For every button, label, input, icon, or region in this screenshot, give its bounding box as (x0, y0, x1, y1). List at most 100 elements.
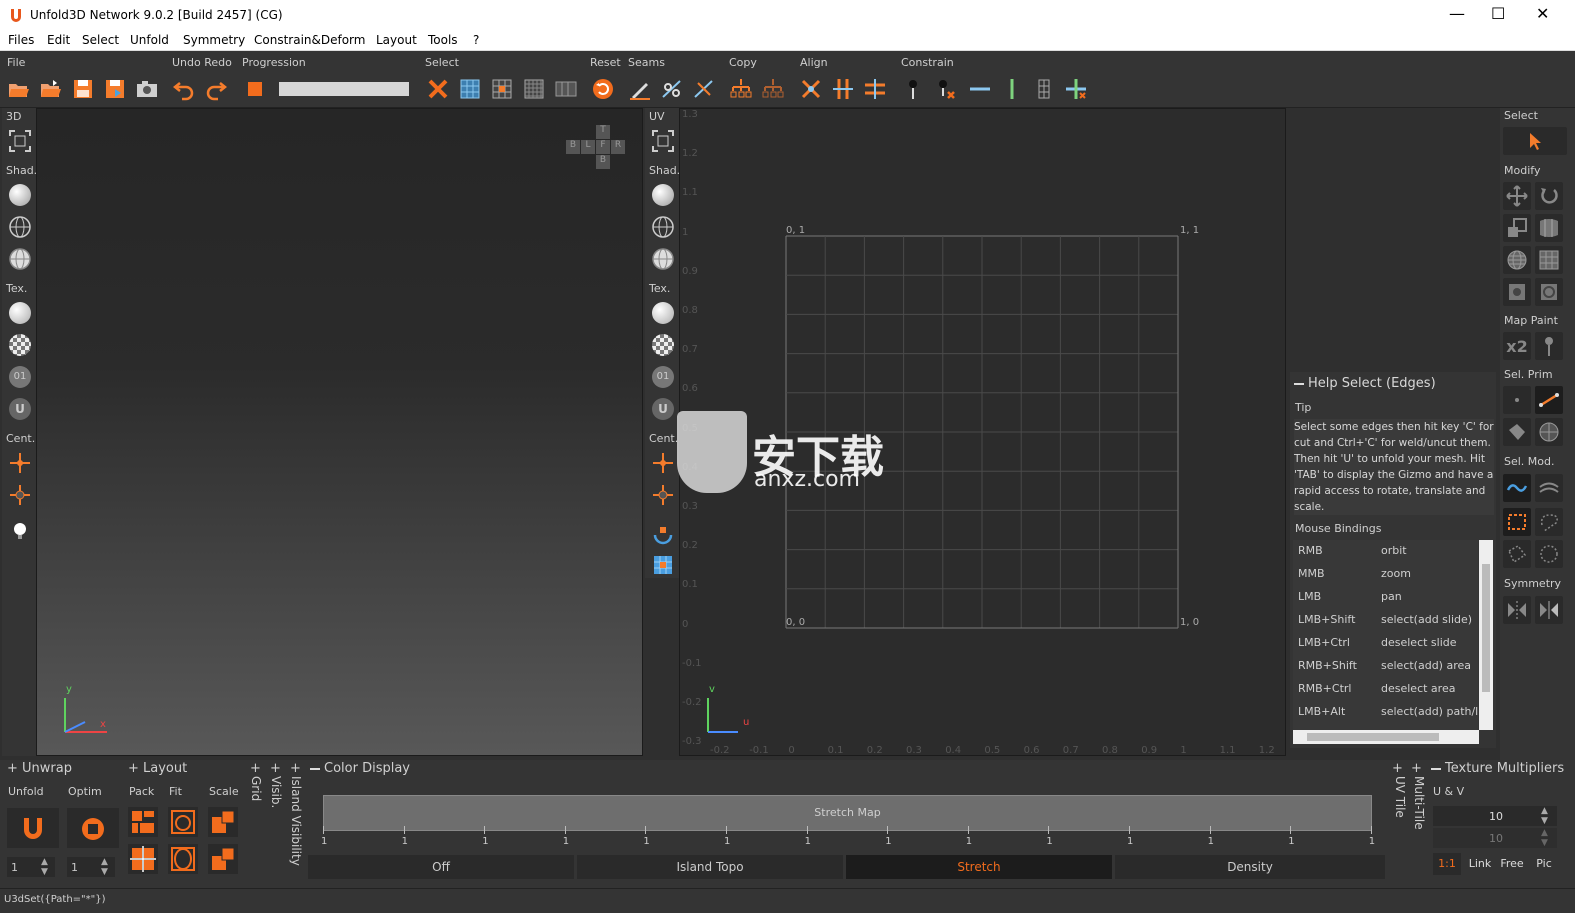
constrain-vertical-icon[interactable] (998, 75, 1026, 103)
view-cube-top[interactable]: T (596, 125, 610, 139)
relax-icon[interactable] (1503, 278, 1531, 306)
select-ring-icon[interactable] (1535, 474, 1563, 502)
link-button[interactable]: Link (1465, 853, 1495, 875)
shade-smooth-icon[interactable] (7, 182, 33, 208)
collapse-icon[interactable] (1431, 767, 1441, 770)
viewport-uv[interactable]: 0, 1 1, 1 0, 0 1, 0 1.3 1.2 1.1 1 0.9 0.8 0.7 0… (677, 108, 1286, 756)
layout-header[interactable]: + Layout (128, 761, 187, 776)
uv-texture-logo-icon[interactable]: U (650, 396, 676, 422)
optimize-button[interactable] (67, 808, 119, 848)
help-title[interactable]: Help Select (Edges) (1294, 376, 1436, 391)
h-scrollbar-thumb[interactable] (1307, 733, 1439, 741)
stepper-arrows-icon[interactable]: ▲ ▼ (41, 857, 48, 877)
unfold-iterations-stepper[interactable]: 1 ▲ ▼ (7, 857, 55, 877)
select-island-icon[interactable] (1535, 418, 1563, 446)
collapse-icon[interactable] (1294, 382, 1304, 385)
texture-checker-icon[interactable] (7, 332, 33, 358)
pin-icon[interactable] (899, 75, 927, 103)
mode-stretch-button[interactable]: Stretch (846, 855, 1112, 879)
menu-tools[interactable]: Tools (428, 33, 458, 47)
rotate-icon[interactable] (1535, 182, 1563, 210)
seam-auto-icon[interactable] (690, 75, 718, 103)
align-horizontal-icon[interactable] (861, 75, 889, 103)
stop-icon[interactable] (241, 75, 269, 103)
open-recent-icon[interactable] (37, 75, 65, 103)
menu-layout[interactable]: Layout (376, 33, 417, 47)
copy-layout-icon[interactable] (727, 75, 755, 103)
select-invert-icon[interactable] (488, 75, 516, 103)
reset-icon[interactable] (589, 75, 617, 103)
color-display-header[interactable]: Color Display (310, 761, 410, 776)
deselect-x-icon[interactable] (424, 75, 452, 103)
ratio-one-to-one-button[interactable]: 1:1 (1433, 853, 1461, 875)
select-grow-icon[interactable] (520, 75, 548, 103)
grid-header[interactable]: + (250, 761, 261, 776)
view-cube-right[interactable]: R (611, 140, 625, 154)
view-cube-bottom[interactable]: B (596, 155, 610, 169)
menu-constrain-deform[interactable]: Constrain&Deform (254, 33, 365, 47)
seam-cut-pencil-icon[interactable] (626, 75, 654, 103)
move-icon[interactable] (1503, 182, 1531, 210)
viewport-3d[interactable]: T B L F R B y x (36, 108, 643, 756)
u-stepper-arrows-icon[interactable]: ▲ ▼ (1541, 806, 1548, 826)
symmetry-mirror-icon[interactable] (1503, 596, 1531, 624)
select-mode-icon[interactable] (552, 75, 580, 103)
constrain-grid-icon[interactable] (1030, 75, 1058, 103)
scrollbar-thumb[interactable] (1482, 564, 1490, 692)
uv-lock-rotate-icon[interactable] (650, 520, 676, 546)
pack-icon[interactable] (128, 807, 158, 837)
menu-select[interactable]: Select (82, 33, 119, 47)
uv-tile-header[interactable]: + (1392, 761, 1403, 776)
constrain-horizontal-icon[interactable] (966, 75, 994, 103)
uv-frame-all-icon[interactable] (650, 128, 676, 154)
unpin-icon[interactable] (931, 75, 959, 103)
texture-numbers-icon[interactable]: 01 (7, 364, 33, 390)
align-vertical-icon[interactable] (829, 75, 857, 103)
select-vertex-icon[interactable] (1503, 386, 1531, 414)
uv-shade-wire-icon[interactable] (650, 214, 676, 240)
select-loop-icon[interactable] (1503, 474, 1531, 502)
save-as-icon[interactable] (101, 75, 129, 103)
select-polygon-icon[interactable] (1503, 540, 1531, 568)
save-icon[interactable] (69, 75, 97, 103)
deform-icon[interactable] (1535, 214, 1563, 242)
redo-icon[interactable] (202, 75, 230, 103)
select-arrow-icon[interactable] (1503, 127, 1567, 155)
pack-multi-icon[interactable] (128, 844, 158, 874)
uv-center-object-icon[interactable] (650, 482, 676, 508)
screenshot-camera-icon[interactable] (133, 75, 161, 103)
free-button[interactable]: Free (1497, 853, 1527, 875)
shade-wire-icon[interactable] (7, 214, 33, 240)
island-visibility-header[interactable]: + (290, 761, 301, 776)
u-multiplier-input[interactable]: 10 ▲ ▼ (1433, 806, 1557, 826)
constrain-cross-icon[interactable] (1062, 75, 1090, 103)
map-paint-x2-button[interactable]: x2 (1503, 332, 1531, 360)
unwrap-header[interactable]: + Unwrap (7, 761, 72, 776)
unfold-button[interactable] (7, 808, 59, 848)
mode-island-topo-button[interactable]: Island Topo (577, 855, 843, 879)
pic-button[interactable]: Pic (1529, 853, 1559, 875)
undo-icon[interactable] (170, 75, 198, 103)
align-center-icon[interactable] (797, 75, 825, 103)
lattice-icon[interactable] (1535, 246, 1563, 274)
select-all-grid-icon[interactable] (456, 75, 484, 103)
uv-tile-grid-icon[interactable] (650, 552, 676, 578)
light-bulb-icon[interactable] (7, 518, 33, 544)
texture-multipliers-header[interactable]: Texture Multipliers (1431, 761, 1564, 776)
select-rectangle-icon[interactable] (1503, 508, 1531, 536)
uv-center-selection-icon[interactable] (650, 450, 676, 476)
scale-stack-icon[interactable] (208, 844, 238, 874)
uv-shade-wire-solid-icon[interactable] (650, 246, 676, 272)
texture-none-icon[interactable] (7, 300, 33, 326)
menu-help[interactable]: ? (473, 33, 479, 47)
view-cube-left[interactable]: L (581, 140, 595, 154)
copy-paste-icon[interactable] (759, 75, 787, 103)
menu-symmetry[interactable]: Symmetry (183, 33, 245, 47)
fit-icon[interactable] (168, 807, 198, 837)
center-object-icon[interactable] (7, 482, 33, 508)
uv-shade-smooth-icon[interactable] (650, 182, 676, 208)
stepper-arrows-icon[interactable]: ▲ ▼ (101, 857, 108, 877)
open-folder-icon[interactable] (5, 75, 33, 103)
close-button[interactable]: ✕ (1536, 6, 1549, 22)
menu-files[interactable]: Files (8, 33, 34, 47)
